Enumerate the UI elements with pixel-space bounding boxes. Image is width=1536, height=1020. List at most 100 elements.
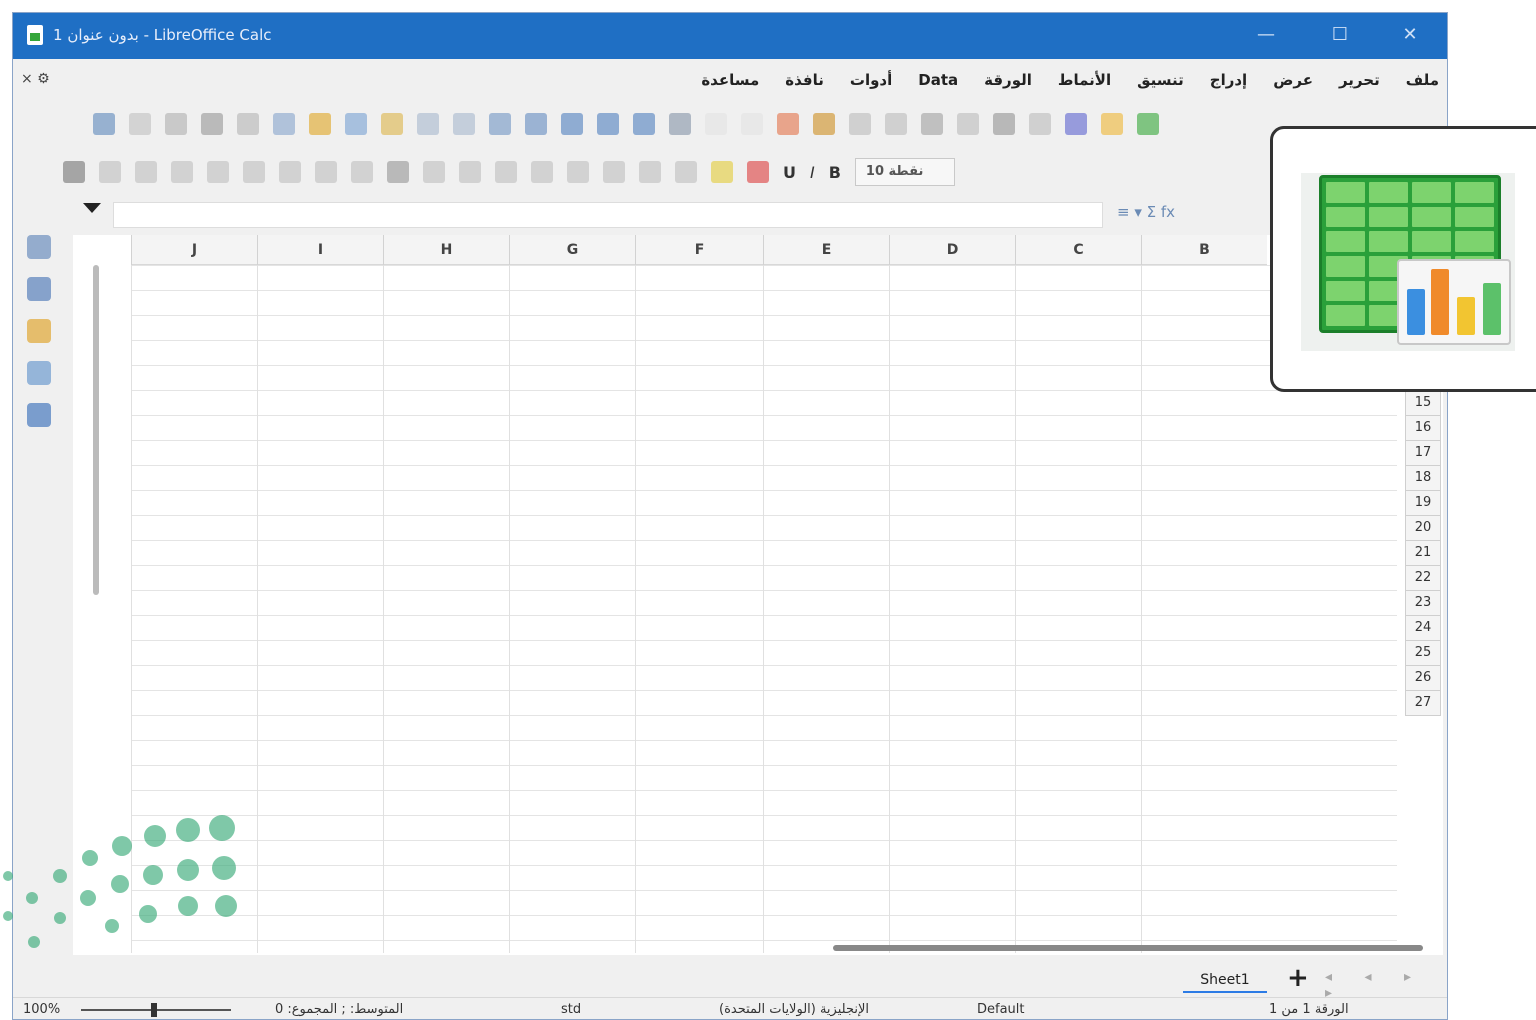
menu-item[interactable]: أدوات [850, 71, 892, 89]
formula-function-icons[interactable]: ≡ ▾ Σ fx [1117, 203, 1175, 221]
header-footer-icon[interactable] [165, 113, 187, 135]
row-header[interactable]: 23 [1405, 591, 1441, 616]
open-icon[interactable] [1101, 113, 1123, 135]
language-status[interactable]: الإنجليزية (الولايات المتحدة) [719, 1002, 869, 1017]
insert-image-icon[interactable] [345, 113, 367, 135]
row-header[interactable]: 25 [1405, 641, 1441, 666]
date-format-icon[interactable] [279, 161, 301, 183]
functions-icon[interactable] [27, 403, 51, 427]
add-sheet-button[interactable]: + [1287, 963, 1309, 993]
gallery-icon[interactable] [27, 319, 51, 343]
bold-button[interactable]: B [829, 163, 841, 182]
column-header[interactable]: J [131, 235, 257, 265]
spelling-icon[interactable] [633, 113, 655, 135]
currency-format-icon[interactable] [387, 161, 409, 183]
styles-icon[interactable] [27, 277, 51, 301]
sort-icon[interactable] [489, 113, 511, 135]
paste-icon[interactable] [849, 113, 871, 135]
font-size-select[interactable]: 10 نقطة [854, 158, 955, 186]
menu-item[interactable]: نافذة [785, 71, 824, 89]
row-header[interactable]: 20 [1405, 516, 1441, 541]
menu-item[interactable]: عرض [1273, 71, 1313, 89]
horizontal-scrollbar[interactable] [833, 945, 1423, 951]
print-icon[interactable] [993, 113, 1015, 135]
comment-icon[interactable] [129, 113, 151, 135]
freeze-rows-icon[interactable] [525, 113, 547, 135]
menu-item[interactable]: إدراج [1210, 71, 1247, 89]
name-box-dropdown-icon[interactable] [83, 203, 101, 213]
row-header[interactable]: 24 [1405, 616, 1441, 641]
column-header[interactable]: C [1015, 235, 1141, 265]
row-header[interactable]: 16 [1405, 416, 1441, 441]
navigator-sidebar-icon[interactable] [27, 361, 51, 385]
column-header[interactable]: D [889, 235, 1015, 265]
zoom-slider-knob[interactable] [151, 1003, 157, 1017]
menu-item[interactable]: الورقة [984, 71, 1032, 89]
autofilter-icon[interactable] [381, 113, 403, 135]
insert-columns-icon[interactable] [561, 113, 583, 135]
wrap-text-icon[interactable] [567, 161, 589, 183]
copy-icon[interactable] [885, 113, 907, 135]
clone-formatting-icon[interactable] [813, 113, 835, 135]
row-header[interactable]: 17 [1405, 441, 1441, 466]
column-header[interactable]: E [763, 235, 889, 265]
undo-icon[interactable] [741, 113, 763, 135]
increase-indent-icon[interactable] [171, 161, 193, 183]
number-format-icon[interactable] [315, 161, 337, 183]
hyperlink-icon[interactable] [201, 113, 223, 135]
close-button[interactable]: ✕ [1393, 21, 1427, 49]
properties-icon[interactable] [27, 235, 51, 259]
find-replace-icon[interactable] [669, 113, 691, 135]
print-preview-icon[interactable] [1029, 113, 1051, 135]
insert-rows-icon[interactable] [597, 113, 619, 135]
column-header[interactable]: I [257, 235, 383, 265]
column-header[interactable]: G [509, 235, 635, 265]
merge-cells-icon[interactable] [99, 161, 121, 183]
menu-item[interactable]: مساعدة [701, 71, 759, 89]
row-header[interactable]: 22 [1405, 566, 1441, 591]
page-style[interactable]: Default [977, 1002, 1025, 1017]
align-left-icon[interactable] [675, 161, 697, 183]
redo-icon[interactable] [705, 113, 727, 135]
percent-format-icon[interactable] [351, 161, 373, 183]
row-header[interactable]: 18 [1405, 466, 1441, 491]
export-pdf-icon[interactable] [957, 113, 979, 135]
center-vertically-icon[interactable] [459, 161, 481, 183]
borders-icon[interactable] [63, 161, 85, 183]
row-header[interactable]: 26 [1405, 666, 1441, 691]
align-top-icon[interactable] [495, 161, 517, 183]
special-character-icon[interactable] [237, 113, 259, 135]
column-header[interactable]: H [383, 235, 509, 265]
align-bottom-icon[interactable] [423, 161, 445, 183]
row-header[interactable]: 27 [1405, 691, 1441, 716]
cut-icon[interactable] [921, 113, 943, 135]
menu-item[interactable]: Data [918, 71, 958, 89]
vertical-splitter[interactable] [93, 265, 99, 595]
menu-item[interactable]: تحرير [1339, 71, 1380, 89]
minimize-button[interactable]: — [1249, 21, 1283, 49]
column-header[interactable]: B [1141, 235, 1267, 265]
sheet-tab-sheet1[interactable]: Sheet1 [1183, 969, 1267, 993]
zoom-level[interactable]: 100% [23, 1002, 60, 1017]
align-right-icon[interactable] [603, 161, 625, 183]
insert-chart-icon[interactable] [309, 113, 331, 135]
navigator-icon[interactable] [93, 113, 115, 135]
menu-close-icon[interactable]: × ⚙ [21, 71, 50, 87]
italic-button[interactable]: I [810, 163, 815, 182]
new-spreadsheet-icon[interactable] [1137, 113, 1159, 135]
menu-item[interactable]: الأنماط [1058, 71, 1111, 89]
clear-formatting-icon[interactable] [777, 113, 799, 135]
row-header[interactable]: 21 [1405, 541, 1441, 566]
menu-item[interactable]: ملف [1406, 71, 1439, 89]
pivot-table-icon[interactable] [273, 113, 295, 135]
add-decimal-icon[interactable] [243, 161, 265, 183]
sort-descending-icon[interactable] [417, 113, 439, 135]
row-header[interactable]: 15 [1405, 391, 1441, 416]
highlight-color-icon[interactable] [711, 161, 733, 183]
font-color-icon[interactable] [747, 161, 769, 183]
align-center-icon[interactable] [639, 161, 661, 183]
menu-item[interactable]: تنسيق [1137, 71, 1184, 89]
formula-input[interactable] [113, 202, 1103, 228]
decrease-indent-icon[interactable] [135, 161, 157, 183]
underline-button[interactable]: U [783, 163, 796, 182]
